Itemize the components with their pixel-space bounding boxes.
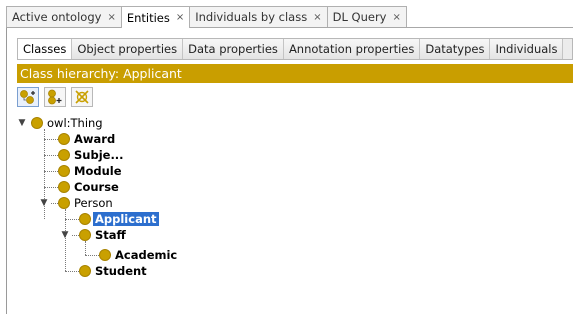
tree-connector xyxy=(85,241,86,255)
tree-node-label: Course xyxy=(74,180,119,194)
class-hierarchy-header: Class hierarchy: Applicant xyxy=(17,64,573,83)
editor-tab-bar: Active ontology × Entities × Individuals… xyxy=(6,6,573,28)
class-icon xyxy=(58,197,70,209)
class-icon xyxy=(58,181,70,193)
delete-class-button[interactable] xyxy=(71,87,93,107)
tree-connector xyxy=(65,271,79,272)
tree-connector xyxy=(72,235,79,236)
class-icon xyxy=(58,149,70,161)
tree-node-student[interactable]: Student xyxy=(79,263,147,279)
tree-node-award[interactable]: Award xyxy=(58,131,115,147)
tree-connector xyxy=(85,255,99,256)
tab-label: Active ontology xyxy=(12,10,102,24)
class-icon xyxy=(79,213,91,225)
class-icon xyxy=(79,229,91,241)
class-hierarchy-tree: ▼ owl:Thing Award Subje... Module Course… xyxy=(17,112,573,314)
close-icon[interactable]: × xyxy=(392,12,400,23)
add-subclass-icon xyxy=(20,90,35,104)
tab-label: Individuals by class xyxy=(195,10,308,24)
tree-node-label: Module xyxy=(74,164,122,178)
subtab-datatypes[interactable]: Datatypes xyxy=(420,39,491,59)
tree-connector xyxy=(44,139,58,140)
hierarchy-toolbar xyxy=(17,87,93,109)
tab-dl-query[interactable]: DL Query × xyxy=(326,6,407,27)
tab-individuals-by-class[interactable]: Individuals by class × xyxy=(189,6,328,27)
add-sibling-class-button[interactable] xyxy=(44,87,66,107)
tree-node-course[interactable]: Course xyxy=(58,179,119,195)
close-icon[interactable]: × xyxy=(176,12,184,23)
tree-node-label: owl:Thing xyxy=(47,116,103,130)
subtab-classes[interactable]: Classes xyxy=(18,39,73,59)
tree-node-label: Student xyxy=(95,264,147,278)
tree-node-label: Person xyxy=(74,196,113,210)
tree-connector xyxy=(44,171,58,172)
class-icon xyxy=(99,249,111,261)
entity-type-tab-bar: Classes Object properties Data propertie… xyxy=(17,38,573,60)
tab-label: Entities xyxy=(126,10,170,25)
class-icon xyxy=(58,165,70,177)
tree-connector xyxy=(44,187,58,188)
tab-label: DL Query xyxy=(332,10,387,24)
tree-node-person[interactable]: Person xyxy=(58,195,113,211)
add-sibling-class-icon xyxy=(48,89,62,105)
add-subclass-button[interactable] xyxy=(17,87,39,107)
tree-node-label: Academic xyxy=(115,248,178,262)
tree-node-label: Staff xyxy=(95,228,126,242)
collapse-toggle-icon[interactable]: ▼ xyxy=(39,198,49,208)
tab-active-ontology[interactable]: Active ontology × xyxy=(6,6,122,27)
class-icon xyxy=(58,133,70,145)
close-icon[interactable]: × xyxy=(313,12,321,23)
tree-connector xyxy=(44,155,58,156)
collapse-toggle-icon[interactable]: ▼ xyxy=(60,230,70,240)
tree-node-module[interactable]: Module xyxy=(58,163,122,179)
tree-connector xyxy=(65,219,79,220)
class-icon xyxy=(79,265,91,277)
subtab-annotation-properties[interactable]: Annotation properties xyxy=(283,39,421,59)
tree-node-applicant[interactable]: Applicant xyxy=(79,211,159,227)
tree-node-owl-thing[interactable]: owl:Thing xyxy=(31,115,103,131)
tree-node-label-selected: Applicant xyxy=(93,212,159,226)
close-icon[interactable]: × xyxy=(107,12,115,23)
panel-left-border xyxy=(6,28,7,314)
tree-connector xyxy=(51,203,58,204)
tree-node-academic[interactable]: Academic xyxy=(99,247,177,263)
tree-node-staff[interactable]: Staff xyxy=(79,227,126,243)
tab-entities[interactable]: Entities × xyxy=(120,6,191,28)
subtab-individuals[interactable]: Individuals xyxy=(490,39,564,59)
tree-node-label: Award xyxy=(74,132,116,146)
subtab-object-properties[interactable]: Object properties xyxy=(72,39,184,59)
delete-class-icon xyxy=(75,90,89,104)
tree-node-label: Subje... xyxy=(74,148,124,162)
tree-node-subject[interactable]: Subje... xyxy=(58,147,124,163)
class-hierarchy-title: Class hierarchy: Applicant xyxy=(20,66,182,81)
subtab-data-properties[interactable]: Data properties xyxy=(183,39,284,59)
class-icon xyxy=(31,117,43,129)
collapse-toggle-icon[interactable]: ▼ xyxy=(17,118,27,128)
